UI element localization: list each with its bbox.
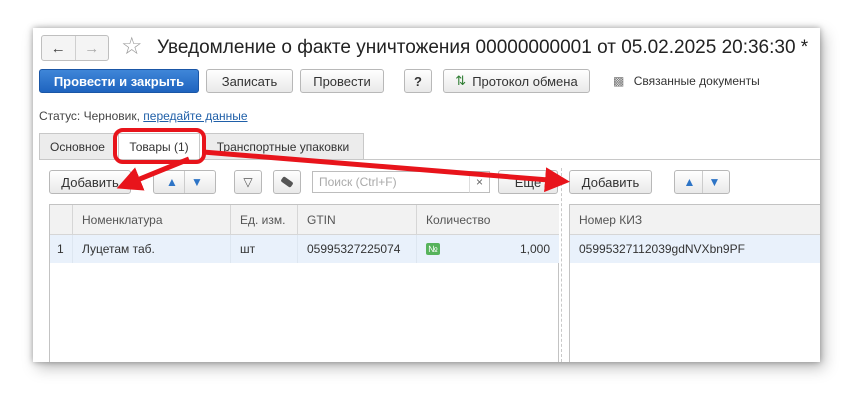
annotation-overlay bbox=[113, 128, 570, 193]
document-window: ← → ☆ Уведомление о факте уничтожения 00… bbox=[33, 28, 820, 362]
arrow-to-add-kiz bbox=[202, 149, 570, 193]
highlight-goods-tab bbox=[113, 128, 206, 164]
